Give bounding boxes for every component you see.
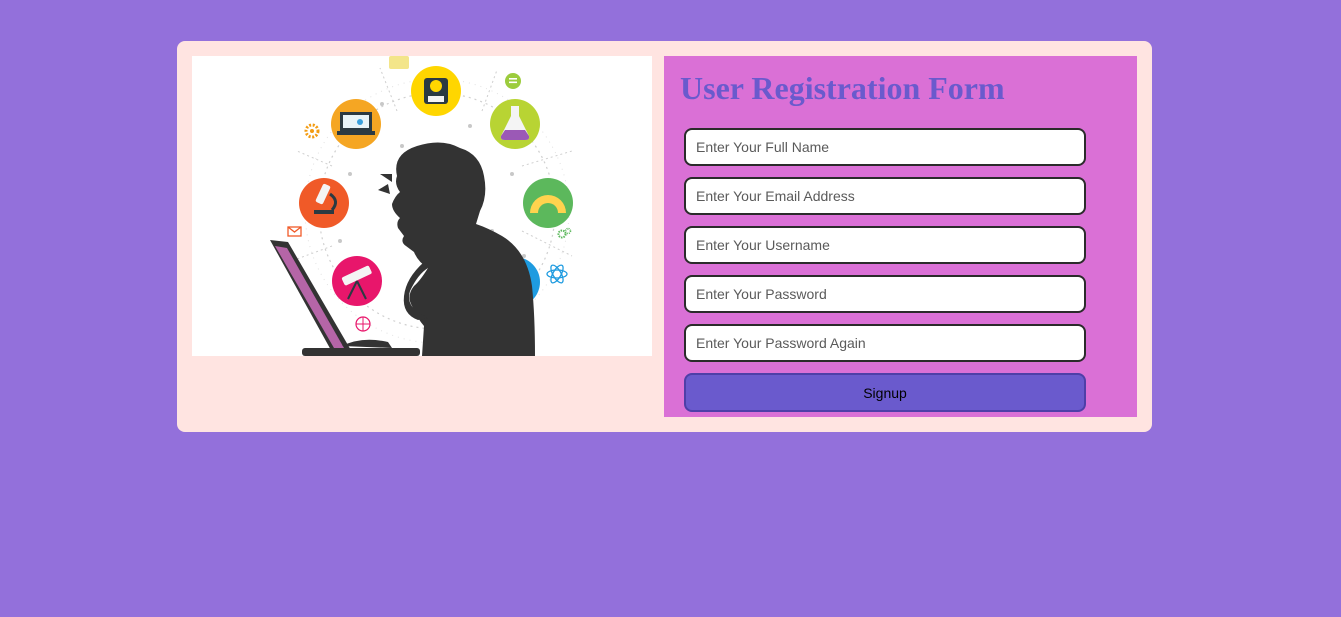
gear-icon <box>304 123 320 139</box>
mail-icon <box>287 226 302 237</box>
laptop-icon <box>331 99 381 149</box>
telescope-icon <box>332 256 382 306</box>
atom-icon <box>546 264 568 284</box>
email-input[interactable] <box>684 177 1086 215</box>
registration-form: User Registration Form Signup <box>664 56 1137 417</box>
student-laptop-illustration <box>192 56 652 356</box>
confirm-password-input[interactable] <box>684 324 1086 362</box>
small-gears-icon <box>557 227 572 239</box>
student-icon <box>411 66 461 116</box>
username-input[interactable] <box>684 226 1086 264</box>
signup-button[interactable]: Signup <box>684 373 1086 412</box>
microscope-icon <box>299 178 349 228</box>
protractor-icon <box>523 178 573 228</box>
flask-icon <box>490 99 540 149</box>
note-icon <box>389 56 409 69</box>
password-input[interactable] <box>684 275 1086 313</box>
full-name-input[interactable] <box>684 128 1086 166</box>
chat-icon <box>505 73 521 89</box>
basketball-icon <box>355 316 371 332</box>
registration-card: User Registration Form Signup <box>177 41 1152 432</box>
form-title: User Registration Form <box>680 70 1005 106</box>
